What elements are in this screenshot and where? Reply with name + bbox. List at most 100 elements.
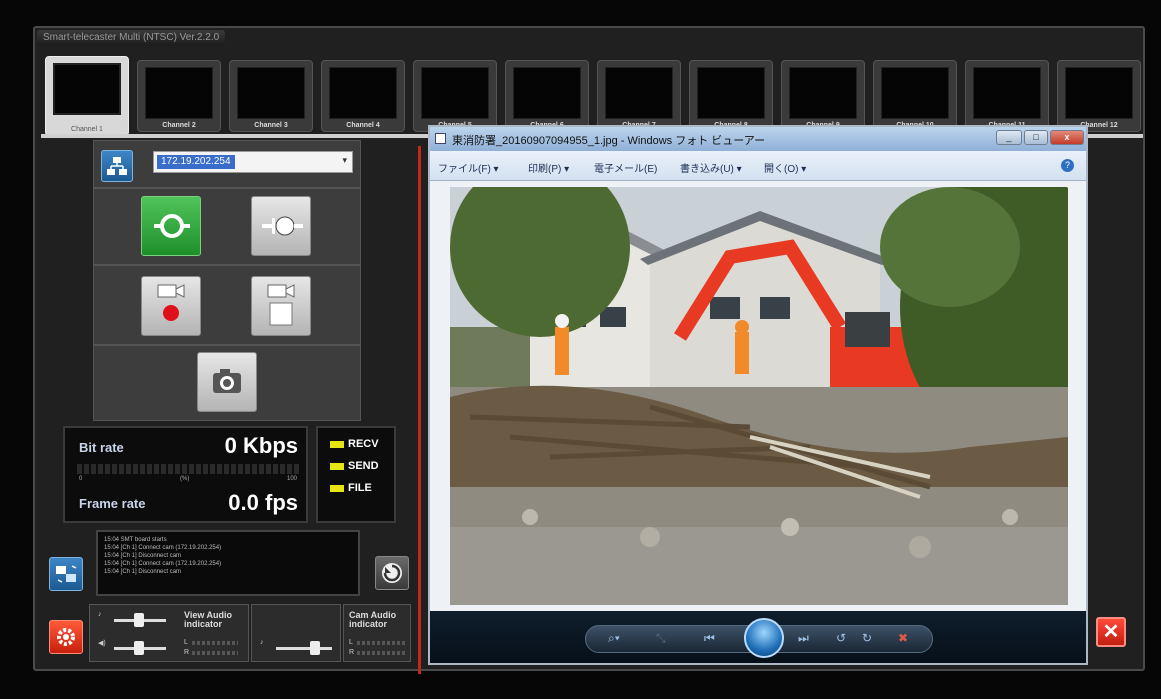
tab-channel-7[interactable]: Channel 7 bbox=[597, 60, 681, 132]
camera-ip-select[interactable]: 172.19.202.254 ▾ bbox=[153, 151, 353, 173]
slideshow-button[interactable] bbox=[744, 618, 784, 658]
disaster-site-photo bbox=[450, 187, 1068, 605]
help-icon[interactable]: ? bbox=[1061, 159, 1074, 172]
tab-channel-10[interactable]: Channel 10 bbox=[873, 60, 957, 132]
channel-preview bbox=[789, 67, 857, 119]
stop-record-icon bbox=[267, 284, 295, 326]
log-line: 15:04 [Ch 1] Connect cam (172.19.202.254… bbox=[104, 561, 222, 567]
led-icon bbox=[330, 463, 344, 470]
menu-email[interactable]: 電子メール(E) bbox=[594, 160, 657, 175]
connect-icon bbox=[154, 214, 190, 238]
cam-audio-slider-knob[interactable] bbox=[310, 641, 320, 655]
speaker-icon: ◀) bbox=[98, 640, 106, 647]
cam-audio-label: Cam Audio indicator bbox=[349, 610, 397, 629]
tab-channel-5[interactable]: Channel 5 bbox=[413, 60, 497, 132]
tab-channel-8[interactable]: Channel 8 bbox=[689, 60, 773, 132]
view-mic-slider-knob[interactable] bbox=[134, 613, 144, 627]
video-frame-border bbox=[418, 146, 421, 674]
bitrate-meter bbox=[77, 464, 299, 474]
record-card bbox=[93, 265, 361, 345]
view-speaker-slider-knob[interactable] bbox=[134, 641, 144, 655]
previous-icon[interactable]: ⏮ bbox=[704, 631, 715, 646]
actual-size-icon[interactable]: ⤡ bbox=[656, 631, 666, 646]
channel-preview bbox=[421, 67, 489, 119]
cam-audio-slider-panel: ♪ bbox=[251, 604, 341, 662]
channel-preview bbox=[697, 67, 765, 119]
menu-print[interactable]: 印刷(P) ▾ bbox=[528, 160, 569, 175]
led-icon bbox=[330, 485, 344, 492]
settings-button[interactable] bbox=[49, 620, 83, 654]
switch-icon bbox=[56, 565, 77, 583]
meter-unit: (%) bbox=[180, 476, 190, 482]
gear-icon bbox=[57, 628, 75, 646]
delete-icon[interactable]: ✖ bbox=[898, 631, 908, 645]
tab-channel-3[interactable]: Channel 3 bbox=[229, 60, 313, 132]
channel-preview bbox=[881, 67, 949, 119]
viewer-controls: ⌕▾ ⤡ ⏮ ⏭ ↺ ↻ ✖ bbox=[430, 611, 1086, 663]
view-audio-left: L bbox=[184, 639, 188, 646]
viewer-title: 東消防署_20160907094955_1.jpg - Windows フォト … bbox=[452, 135, 766, 147]
minimize-button[interactable]: _ bbox=[996, 130, 1022, 145]
menu-open[interactable]: 開く(O) ▾ bbox=[764, 160, 806, 175]
menu-file[interactable]: ファイル(F) ▾ bbox=[438, 160, 499, 175]
view-audio-panel: ♪ ◀) View Audio indicator L R bbox=[89, 604, 249, 662]
tab-channel-11[interactable]: Channel 11 bbox=[965, 60, 1049, 132]
channel-preview bbox=[513, 67, 581, 119]
snapshot-button[interactable] bbox=[197, 352, 257, 412]
meter-min: 0 bbox=[79, 476, 83, 482]
camera-icon bbox=[213, 369, 241, 393]
viewer-canvas bbox=[430, 181, 1086, 611]
status-indicators: RECV SEND FILE bbox=[316, 426, 396, 523]
rotate-ccw-icon[interactable]: ↺ bbox=[836, 631, 846, 645]
rotate-cw-icon[interactable]: ↻ bbox=[862, 631, 872, 645]
zoom-icon[interactable]: ⌕▾ bbox=[608, 631, 620, 646]
network-button[interactable] bbox=[101, 150, 133, 182]
cam-audio-meter-r bbox=[357, 651, 405, 655]
stop-record-button[interactable] bbox=[251, 276, 311, 336]
next-icon[interactable]: ⏭ bbox=[798, 631, 809, 646]
tab-channel-4[interactable]: Channel 4 bbox=[321, 60, 405, 132]
tab-label: Channel 1 bbox=[71, 126, 103, 133]
log-line: 15:04 SMT board starts bbox=[104, 537, 167, 543]
menu-burn[interactable]: 書き込み(U) ▾ bbox=[680, 160, 742, 175]
channel-preview bbox=[53, 63, 121, 115]
bitrate-label: Bit rate bbox=[79, 440, 124, 455]
tab-label: Channel 3 bbox=[254, 122, 288, 129]
stats-panel: Bit rate 0 Kbps 0 (%) 100 Frame rate 0.0… bbox=[63, 426, 308, 523]
photo-viewer-window: 東消防署_20160907094955_1.jpg - Windows フォト … bbox=[428, 125, 1088, 665]
disconnect-button[interactable] bbox=[251, 196, 311, 256]
app-close-button[interactable]: ✕ bbox=[1096, 617, 1126, 647]
channel-preview bbox=[237, 67, 305, 119]
cam-audio-right: R bbox=[349, 649, 355, 656]
led-icon bbox=[330, 441, 344, 448]
tab-channel-9[interactable]: Channel 9 bbox=[781, 60, 865, 132]
tab-channel-12[interactable]: Channel 12 bbox=[1057, 60, 1141, 132]
close-button[interactable]: x bbox=[1050, 130, 1084, 145]
maximize-button[interactable]: □ bbox=[1024, 130, 1048, 145]
view-audio-meter-r bbox=[192, 651, 238, 655]
refresh-icon bbox=[382, 563, 402, 583]
tab-channel-6[interactable]: Channel 6 bbox=[505, 60, 589, 132]
channel-preview bbox=[973, 67, 1041, 119]
log-line: 15:04 [Ch 1] Disconnect cam bbox=[104, 553, 182, 559]
image-file-icon bbox=[435, 133, 446, 144]
cam-audio-panel: Cam Audio indicator L R bbox=[343, 604, 411, 662]
channel-preview bbox=[605, 67, 673, 119]
record-button[interactable] bbox=[141, 276, 201, 336]
tab-channel-2[interactable]: Channel 2 bbox=[137, 60, 221, 132]
cam-audio-left: L bbox=[349, 639, 353, 646]
viewer-menubar: ファイル(F) ▾ 印刷(P) ▾ 電子メール(E) 書き込み(U) ▾ 開く(… bbox=[430, 151, 1086, 181]
log-line: 15:04 [Ch 1] Connect cam (172.19.202.254… bbox=[104, 545, 222, 551]
connect-card bbox=[93, 188, 361, 265]
cam-audio-slider[interactable] bbox=[276, 647, 332, 650]
switch-view-button[interactable] bbox=[49, 557, 83, 591]
refresh-button[interactable] bbox=[375, 556, 409, 590]
viewer-titlebar[interactable]: 東消防署_20160907094955_1.jpg - Windows フォト … bbox=[430, 127, 1086, 151]
view-audio-right: R bbox=[184, 649, 190, 656]
connect-button[interactable] bbox=[141, 196, 201, 256]
network-icon bbox=[107, 157, 127, 175]
view-audio-meter-l bbox=[192, 641, 238, 645]
tab-channel-1[interactable]: Channel 1 bbox=[45, 56, 129, 136]
mic-icon: ♪ bbox=[98, 611, 102, 618]
tab-label: Channel 2 bbox=[162, 122, 196, 129]
